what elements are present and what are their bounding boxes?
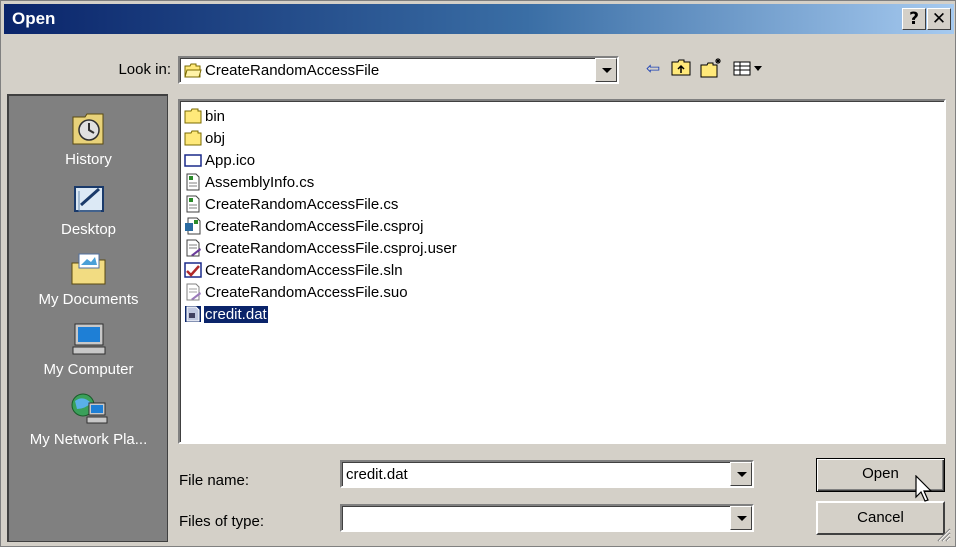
place-desktop[interactable]: Desktop: [8, 181, 169, 238]
file-name: obj: [205, 129, 226, 147]
file-item-csproj-user[interactable]: CreateRandomAccessFile.csproj.user: [184, 237, 458, 259]
size-grip-icon[interactable]: [937, 528, 951, 542]
file-name-input[interactable]: credit.dat: [340, 460, 754, 488]
my-documents-icon: [71, 253, 105, 285]
ico-file-icon: [184, 154, 202, 167]
up-folder-glyph-icon: [671, 59, 691, 76]
file-name: CreateRandomAccessFile.csproj: [205, 217, 424, 235]
dat-file-icon: [185, 306, 201, 322]
look-in-value: CreateRandomAccessFile: [205, 62, 380, 79]
file-name: bin: [205, 107, 226, 125]
help-button[interactable]: ?: [902, 8, 926, 30]
look-in-dropdown-arrow[interactable]: [595, 58, 617, 82]
desktop-icon: [73, 186, 104, 212]
new-folder-icon[interactable]: [699, 57, 723, 81]
place-desktop-label: Desktop: [60, 221, 117, 238]
close-button[interactable]: ✕: [927, 8, 951, 30]
history-icon: [72, 113, 103, 145]
look-in-dropdown[interactable]: CreateRandomAccessFile: [178, 56, 619, 84]
files-of-type-dropdown-arrow[interactable]: [730, 506, 752, 530]
file-item-suo[interactable]: CreateRandomAccessFile.suo: [184, 281, 409, 303]
folder-icon: [184, 108, 202, 124]
my-computer-icon: [72, 323, 105, 355]
place-my-documents-label: My Documents: [38, 291, 139, 308]
sln-file-icon: [184, 262, 202, 278]
look-in-label: Look in:: [118, 61, 171, 78]
open-folder-icon: [184, 63, 202, 78]
views-menu-icon[interactable]: [731, 57, 771, 81]
views-grid-icon: [733, 61, 762, 76]
cancel-button[interactable]: Cancel: [816, 501, 945, 535]
up-one-level-icon[interactable]: [669, 57, 693, 81]
cs-file-icon: [186, 173, 200, 191]
place-network-places-label: My Network Pla...: [29, 431, 148, 448]
file-item-createrandomaccessfile-cs[interactable]: CreateRandomAccessFile.cs: [184, 193, 399, 215]
file-item-sln[interactable]: CreateRandomAccessFile.sln: [184, 259, 404, 281]
place-history[interactable]: History: [8, 111, 169, 168]
place-my-computer-label: My Computer: [43, 361, 134, 378]
title-bar[interactable]: Open ? ✕: [4, 4, 954, 34]
file-name-value: credit.dat: [346, 466, 408, 483]
place-network-places[interactable]: My Network Pla...: [8, 391, 169, 448]
file-name: CreateRandomAccessFile.suo: [205, 283, 408, 301]
file-item-obj[interactable]: obj: [184, 127, 226, 149]
csproj-file-icon: [185, 217, 201, 235]
network-places-icon: [71, 393, 107, 424]
files-of-type-dropdown[interactable]: [340, 504, 754, 532]
file-item-csproj[interactable]: CreateRandomAccessFile.csproj: [184, 215, 424, 237]
new-folder-glyph-icon: [700, 58, 721, 78]
place-history-label: History: [65, 151, 112, 168]
file-name-dropdown-arrow[interactable]: [730, 462, 752, 486]
files-of-type-label: Files of type:: [179, 513, 265, 530]
suo-file-icon: [186, 283, 201, 301]
file-item-assemblyinfo[interactable]: AssemblyInfo.cs: [184, 171, 315, 193]
window-title: Open: [12, 9, 56, 28]
mouse-cursor-icon: [915, 475, 933, 502]
file-name-label: File name:: [179, 472, 250, 489]
file-name: App.ico: [205, 151, 256, 169]
place-my-computer[interactable]: My Computer: [8, 321, 169, 378]
place-my-documents[interactable]: My Documents: [8, 251, 169, 308]
file-name: AssemblyInfo.cs: [205, 173, 315, 191]
file-item-app-ico[interactable]: App.ico: [184, 149, 256, 171]
file-item-bin[interactable]: bin: [184, 105, 226, 127]
places-bar: History Desktop My Documents My Computer…: [7, 94, 168, 542]
file-name: CreateRandomAccessFile.csproj.user: [205, 239, 457, 257]
back-arrow-icon[interactable]: ⇦: [641, 57, 665, 81]
cs-file-icon: [186, 195, 200, 213]
folder-icon: [184, 130, 202, 146]
csproj-user-file-icon: [186, 239, 201, 257]
file-item-credit-dat[interactable]: credit.dat: [184, 303, 269, 325]
file-name: CreateRandomAccessFile.sln: [205, 261, 403, 279]
file-name: credit.dat: [203, 304, 269, 324]
file-list[interactable]: bin obj App.ico AssemblyInfo.cs CreateRa…: [178, 99, 946, 444]
open-file-dialog: Open ? ✕ Look in: CreateRandomAccessFile…: [0, 0, 956, 547]
file-name: CreateRandomAccessFile.cs: [205, 195, 399, 213]
